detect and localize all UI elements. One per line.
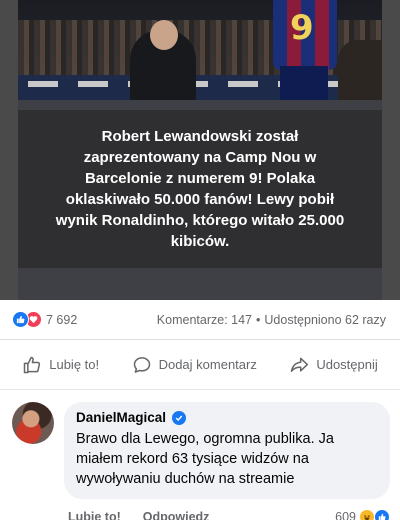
stats-separator: • (256, 312, 261, 327)
shares-count[interactable]: Udostępniono 62 razy (264, 313, 386, 327)
share-button-label: Udostępnij (316, 357, 378, 372)
post-stats: 7 692 Komentarze: 147 • Udostępniono 62 … (0, 300, 400, 340)
reaction-count: 7 692 (46, 312, 78, 327)
share-button[interactable]: Udostępnij (289, 355, 378, 375)
comment-text: Brawo dla Lewego, ogromna publika. Ja mi… (76, 431, 334, 487)
comment-author[interactable]: DanielMagical (76, 410, 166, 425)
haha-icon (359, 509, 375, 520)
thumbs-up-icon (23, 356, 41, 373)
like-button[interactable]: Lubię to! (22, 355, 99, 375)
verified-badge-icon (172, 410, 187, 425)
comment: DanielMagical Brawo dla Lewego, ogromna … (0, 390, 400, 520)
like-button-label: Lubię to! (49, 357, 100, 372)
like-icon (374, 509, 390, 520)
avatar[interactable] (12, 402, 54, 444)
comment-reactions[interactable]: 609 (335, 509, 390, 520)
man-head (150, 20, 178, 50)
share-arrow-icon (291, 357, 309, 372)
post-image[interactable]: 9 Robert Lewandowski został zaprezentowa… (0, 0, 400, 300)
comment-button-label: Dodaj komentarz (158, 357, 257, 372)
post-caption: Robert Lewandowski został zaprezentowany… (18, 110, 382, 268)
comment-reply-link[interactable]: Odpowiedz (143, 510, 210, 520)
comments-count[interactable]: Komentarze: 147 (157, 313, 252, 327)
post-actions: Lubię to! Dodaj komentarz Udostępnij (0, 340, 400, 390)
comment-bubble: DanielMagical Brawo dla Lewego, ogromna … (64, 402, 390, 499)
reactions-summary[interactable]: 7 692 (12, 311, 77, 328)
comment-like-link[interactable]: Lubię to! (68, 510, 121, 520)
comment-button[interactable]: Dodaj komentarz (132, 355, 257, 375)
comment-bubble-icon (133, 356, 150, 373)
like-icon (12, 311, 29, 328)
comment-reaction-count: 609 (335, 510, 356, 520)
jersey-number: 9 (290, 8, 314, 48)
